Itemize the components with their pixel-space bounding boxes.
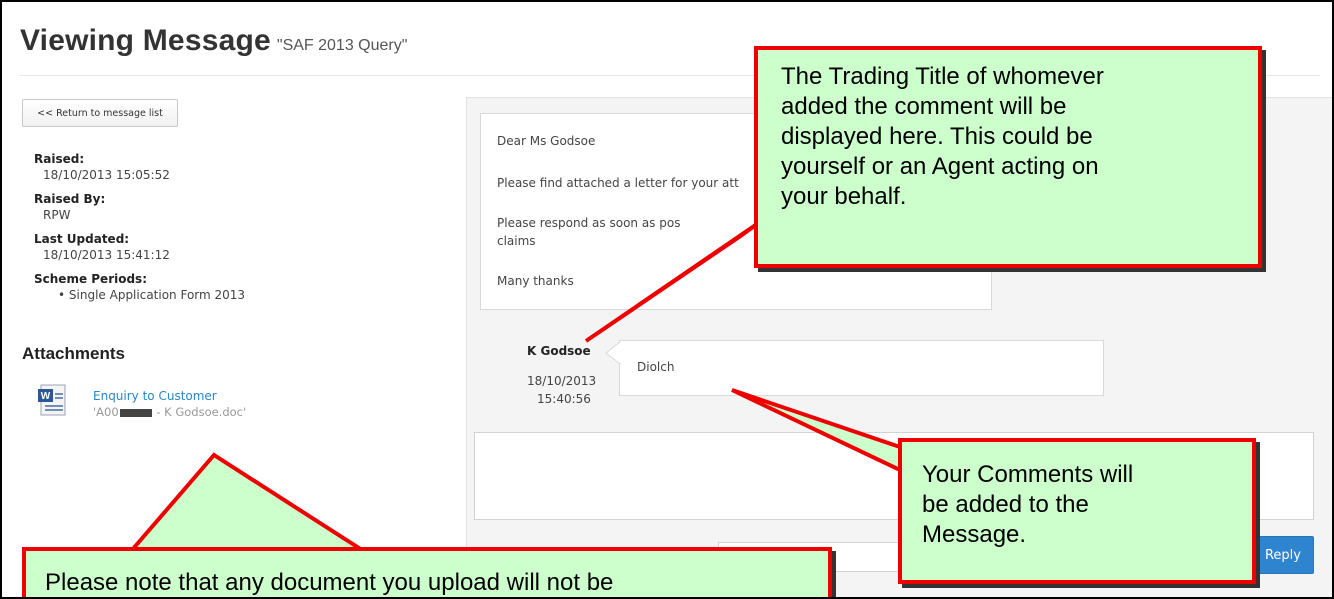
callout-line: your behalf. [781, 183, 907, 210]
callout-line: Message. [922, 521, 1027, 548]
callout-line: Your Comments will [922, 461, 1134, 488]
callout-upload-note: Please note that any document you upload… [22, 547, 832, 597]
callout-line: added the comment will be [781, 93, 1067, 120]
callout-line: displayed here. This could be [781, 123, 1093, 150]
callout-your-comments: Your Comments will be added to the Messa… [898, 438, 1256, 584]
callout-line: The Trading Title of whomever [781, 63, 1104, 90]
callout-line: be added to the [922, 491, 1089, 518]
callout-trading-title: The Trading Title of whomever added the … [754, 46, 1262, 268]
callout-line: yourself or an Agent acting on [781, 153, 1099, 180]
callout-line: Please note that any document you upload… [45, 569, 614, 596]
screenshot-frame: Viewing Message "SAF 2013 Query" << Retur… [0, 0, 1334, 599]
